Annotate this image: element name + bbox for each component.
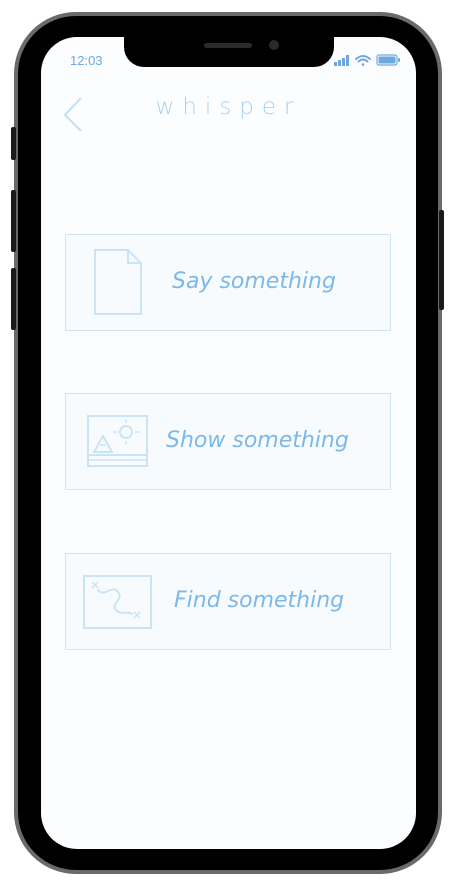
show-something-button[interactable]: Show something xyxy=(65,393,391,490)
say-something-button[interactable]: Say something xyxy=(65,234,391,331)
app-screen: 12:03 whisper Say something Show somethi… xyxy=(41,37,416,849)
show-something-label: Show something xyxy=(166,428,349,453)
find-something-button[interactable]: Find something xyxy=(65,553,391,650)
notch xyxy=(124,37,334,67)
volume-up-button xyxy=(11,190,16,252)
image-icon xyxy=(87,415,148,467)
status-icons xyxy=(333,52,403,68)
map-icon xyxy=(83,575,152,629)
power-button xyxy=(439,210,444,310)
app-title: whisper xyxy=(155,94,302,120)
signal-bars-icon xyxy=(334,55,349,66)
speaker-grille xyxy=(204,43,252,48)
status-time: 12:03 xyxy=(70,53,103,68)
battery-icon xyxy=(376,54,400,66)
document-icon xyxy=(94,249,142,315)
volume-down-button xyxy=(11,268,16,330)
say-something-label: Say something xyxy=(172,269,336,294)
front-camera xyxy=(269,40,279,50)
wifi-icon xyxy=(355,55,371,66)
find-something-label: Find something xyxy=(174,588,345,613)
mute-switch xyxy=(11,127,16,160)
